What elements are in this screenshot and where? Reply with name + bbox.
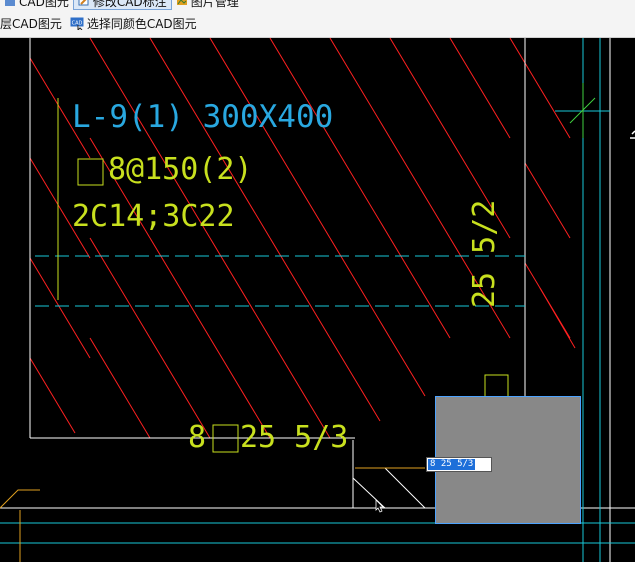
toolbar-item-select-same-color[interactable]: CAD 选择同颜色CAD图元: [66, 14, 201, 32]
toolbar-row-1: CAD图元 修改CAD标注 图片管理: [0, 0, 243, 10]
bottom-label-prefix[interactable]: 8: [188, 423, 206, 453]
white-glyph-icon: [630, 130, 635, 139]
toolbar-item-image-manage[interactable]: 图片管理: [172, 0, 243, 10]
bottom-label[interactable]: 25 5/3: [240, 423, 348, 453]
toolbar-row-2: 层CAD图元 CAD 选择同颜色CAD图元: [0, 14, 201, 32]
annotation-edit-selected-text[interactable]: 8 25 5/3: [428, 459, 476, 470]
toolbar-item-edit-annotation[interactable]: 修改CAD标注: [72, 0, 172, 10]
stirrup-symbol-box: [77, 158, 104, 186]
cad-element-icon: [5, 0, 15, 6]
cad-select-color-icon: CAD: [70, 17, 84, 30]
stirrup-label[interactable]: 8@150(2): [108, 155, 253, 185]
cad-drawing-canvas[interactable]: L-9(1) 300X400 8@150(2) 2C14;3C22 8 25 5…: [0, 38, 635, 562]
toolbar-item-label: 修改CAD标注: [92, 0, 167, 9]
edit-annotation-icon: [78, 0, 89, 6]
toolbar-item-cad-element[interactable]: CAD图元: [0, 0, 73, 10]
beam-label[interactable]: L-9(1) 300X400: [72, 102, 333, 133]
mouse-cursor-icon: [375, 499, 384, 513]
orange-lines: [0, 467, 425, 562]
toolbar-item-label: CAD图元: [19, 0, 69, 9]
cad-toolbar: CAD图元 修改CAD标注 图片管理 层CAD图元 CAD 选择同颜色CAD图元: [0, 0, 635, 38]
toolbar-item-layer-cad[interactable]: 层CAD图元: [0, 14, 66, 32]
toolbar-item-label: 选择同颜色CAD图元: [86, 16, 197, 31]
image-manage-icon: [176, 0, 187, 5]
svg-text:CAD: CAD: [71, 21, 82, 27]
rebar-label[interactable]: 2C14;3C22: [72, 202, 235, 232]
toolbar-item-label: 层CAD图元: [0, 16, 62, 31]
toolbar-item-label: 图片管理: [190, 0, 239, 9]
vertical-symbol-box: [484, 374, 509, 398]
annotation-edit-field[interactable]: 8 25 5/3: [426, 457, 492, 472]
vertical-label[interactable]: 25 5/2: [467, 200, 502, 308]
